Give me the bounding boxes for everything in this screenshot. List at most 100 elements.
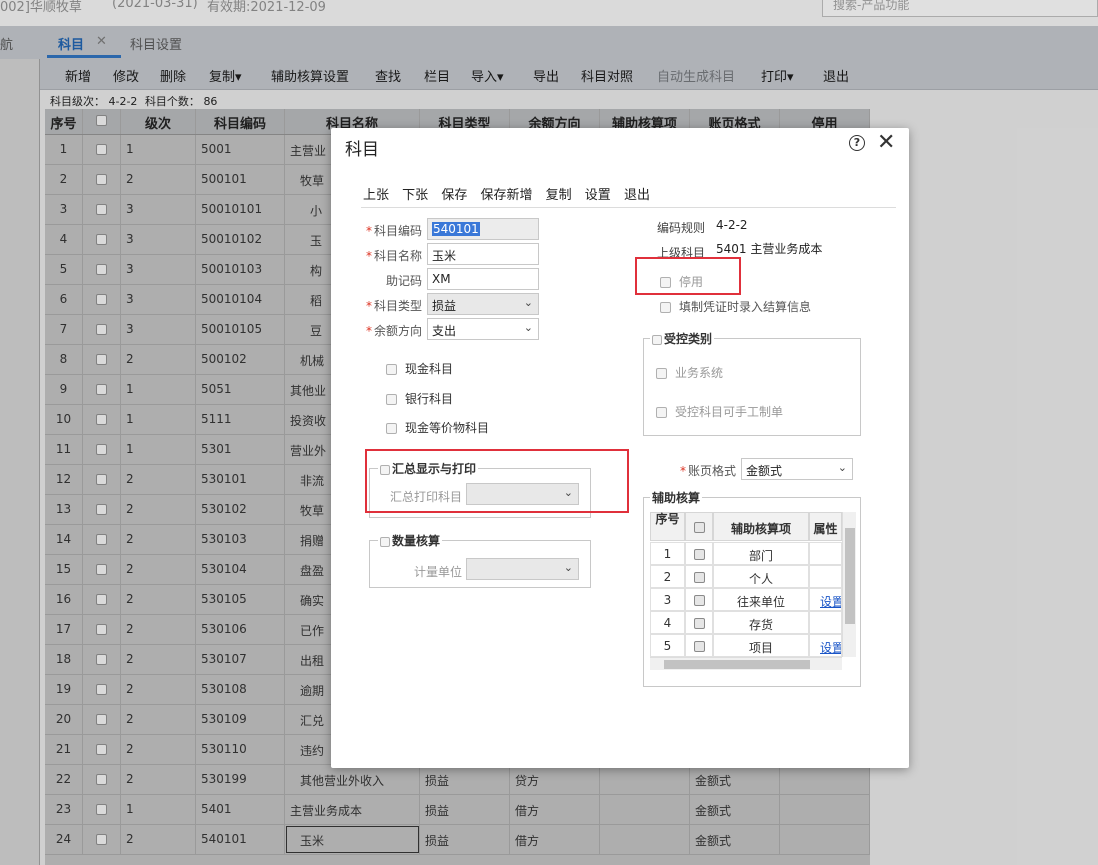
dialog-action-bar: 上张 下张 保存 保存新增 复制 设置 退出: [363, 184, 659, 203]
settle-info-checkbox[interactable]: 填制凭证时录入结算信息: [660, 298, 811, 315]
bank-label: 银行科目: [405, 392, 454, 406]
required-mark: *: [365, 299, 372, 313]
checkbox[interactable]: [386, 394, 397, 405]
code-value: 540101: [432, 222, 480, 236]
controlled-group: 受控类别: [643, 330, 861, 436]
highlight-box: [635, 257, 741, 295]
help-icon[interactable]: ?: [849, 135, 865, 151]
code-label-text: 科目编码: [373, 224, 422, 238]
mnemonic-input[interactable]: XM: [427, 268, 539, 290]
mnemonic-label: 助记码: [385, 274, 422, 288]
checkbox[interactable]: [660, 302, 671, 313]
ledger-value: 金额式: [746, 464, 783, 478]
aux-cell-item: 项目: [713, 634, 809, 657]
aux-cell-no: 5: [650, 634, 685, 657]
aux-select-all-checkbox[interactable]: [693, 522, 705, 533]
controlled-group-label: 受控类别: [664, 332, 713, 346]
scroll-thumb[interactable]: [664, 660, 810, 669]
unit-select[interactable]: ⌄: [466, 558, 579, 580]
required-mark: *: [365, 324, 372, 338]
bank-checkbox[interactable]: 银行科目: [386, 390, 453, 407]
aux-cell-item: 部门: [713, 542, 809, 565]
chevron-down-icon: ⌄: [837, 461, 847, 474]
copy-button[interactable]: 复制: [546, 188, 572, 203]
aux-cell-check[interactable]: [685, 611, 713, 634]
aux-cell-no: 2: [650, 565, 685, 588]
checkbox[interactable]: [656, 368, 667, 379]
cash-checkbox[interactable]: 现金科目: [386, 360, 453, 377]
aux-header-no: 序号: [650, 512, 685, 541]
aux-cell-item: 个人: [713, 565, 809, 588]
controlled-checkbox[interactable]: [652, 334, 662, 345]
aux-cell-check[interactable]: [685, 634, 713, 657]
aux-cell-attr: [809, 565, 842, 588]
chevron-down-icon: ⌄: [563, 561, 573, 574]
manual-voucher-label: 受控科目可手工制单: [675, 405, 784, 419]
next-button[interactable]: 下张: [402, 188, 428, 203]
business-system-checkbox[interactable]: 业务系统: [656, 364, 723, 381]
aux-header-attr: 属性: [809, 512, 842, 541]
aux-header-check[interactable]: [685, 512, 713, 541]
quantity-checkbox[interactable]: [380, 536, 390, 547]
aux-cell-no: 3: [650, 588, 685, 611]
required-mark: *: [365, 224, 372, 238]
divider: [361, 207, 896, 208]
settings-button[interactable]: 设置: [585, 188, 611, 203]
close-icon[interactable]: ✕: [877, 130, 895, 155]
code-input[interactable]: 540101: [427, 218, 539, 240]
aux-settings-link[interactable]: 设置: [820, 641, 841, 655]
ledger-label: * 账页格式: [676, 462, 736, 479]
checkbox[interactable]: [656, 407, 667, 418]
aux-settings-link[interactable]: 设置: [820, 595, 841, 609]
aux-row-checkbox[interactable]: [693, 595, 705, 606]
quantity-group-label: 数量核算: [392, 534, 441, 548]
aux-row-checkbox[interactable]: [693, 549, 705, 560]
required-mark: *: [679, 464, 686, 478]
business-system-label: 业务系统: [675, 366, 724, 380]
name-input[interactable]: 玉米: [427, 243, 539, 265]
rule-value: 4-2-2: [716, 218, 748, 232]
checkbox[interactable]: [386, 364, 397, 375]
quantity-legend[interactable]: 数量核算: [378, 532, 443, 549]
settle-info-label: 填制凭证时录入结算信息: [679, 300, 812, 314]
save-new-button[interactable]: 保存新增: [480, 188, 532, 203]
cash-equiv-label: 现金等价物科目: [405, 421, 490, 435]
aux-cell-item: 存货: [713, 611, 809, 634]
rule-label: 编码规则: [657, 221, 706, 235]
cash-equiv-checkbox[interactable]: 现金等价物科目: [386, 419, 489, 436]
direction-label: * 余额方向: [362, 322, 422, 339]
exit-button[interactable]: 退出: [624, 188, 650, 203]
type-select[interactable]: 损益 ⌄: [427, 293, 539, 315]
aux-cell-attr: 设置: [809, 588, 842, 611]
aux-row-checkbox[interactable]: [693, 572, 705, 583]
checkbox[interactable]: [386, 423, 397, 434]
scroll-thumb[interactable]: [845, 528, 855, 624]
aux-row-checkbox[interactable]: [693, 618, 705, 629]
required-mark: *: [365, 249, 372, 263]
type-value: 损益: [432, 299, 457, 313]
type-label-text: 科目类型: [373, 299, 422, 313]
aux-cell-check[interactable]: [685, 542, 713, 565]
aux-cell-check[interactable]: [685, 588, 713, 611]
aux-cell-check[interactable]: [685, 565, 713, 588]
aux-vertical-scrollbar[interactable]: [842, 512, 856, 657]
direction-select[interactable]: 支出 ⌄: [427, 318, 539, 340]
save-button[interactable]: 保存: [441, 188, 467, 203]
prev-button[interactable]: 上张: [363, 188, 389, 203]
controlled-legend[interactable]: 受控类别: [650, 330, 715, 347]
dialog-title: 科目: [345, 140, 379, 160]
aux-row-checkbox[interactable]: [693, 641, 705, 652]
aux-cell-attr: [809, 542, 842, 565]
type-label: * 科目类型: [362, 297, 422, 314]
name-label: * 科目名称: [362, 247, 422, 264]
manual-voucher-checkbox[interactable]: 受控科目可手工制单: [656, 403, 783, 420]
ledger-select[interactable]: 金额式 ⌄: [741, 458, 853, 480]
name-label-text: 科目名称: [373, 249, 422, 263]
direction-label-text: 余额方向: [373, 324, 422, 338]
chevron-down-icon: ⌄: [523, 296, 533, 309]
direction-value: 支出: [432, 324, 457, 338]
aux-horizontal-scrollbar[interactable]: [650, 657, 842, 670]
aux-cell-no: 4: [650, 611, 685, 634]
aux-cell-attr: [809, 611, 842, 634]
code-label: * 科目编码: [362, 222, 422, 239]
